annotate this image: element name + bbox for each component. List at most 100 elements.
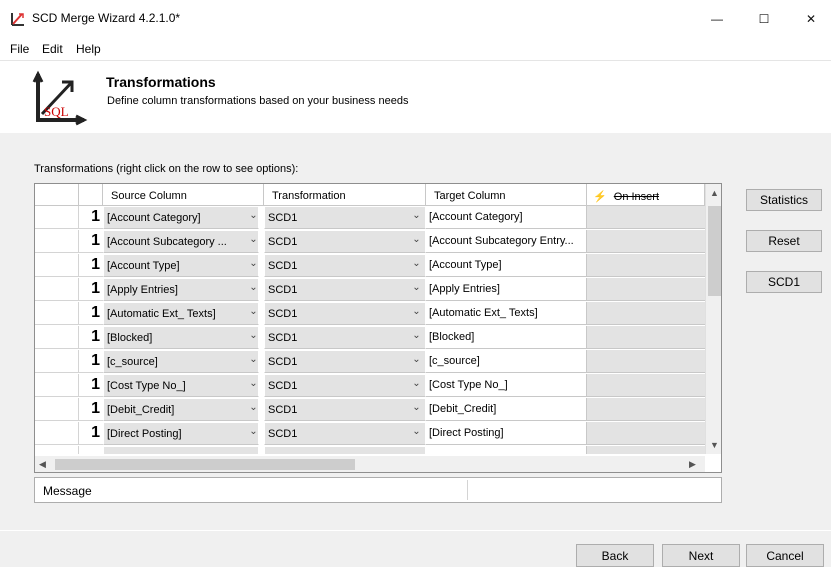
chevron-down-icon[interactable]: ⌄ xyxy=(243,326,264,349)
chevron-down-icon[interactable]: ⌄ xyxy=(243,206,264,229)
source-column-select[interactable]: [Direct Posting] xyxy=(103,422,259,445)
chevron-down-icon[interactable]: ⌄ xyxy=(407,422,426,445)
table-row[interactable]: 1 [Account Subcategory ... ⌄ SCD1 ⌄ [Account … xyxy=(35,230,705,253)
target-column-cell[interactable]: [Cost Type No_] xyxy=(426,374,587,397)
chevron-down-icon[interactable]: ⌄ xyxy=(243,422,264,445)
on-insert-cell[interactable] xyxy=(587,254,705,277)
chevron-down-icon[interactable]: ⌄ xyxy=(243,278,264,301)
transformation-select[interactable]: SCD1 xyxy=(264,278,426,301)
on-insert-cell[interactable] xyxy=(587,206,705,229)
scroll-left-icon[interactable]: ◀ xyxy=(39,459,46,470)
target-column-cell[interactable]: [Direct Posting] xyxy=(426,422,587,445)
cancel-button[interactable]: Cancel xyxy=(746,544,824,567)
table-row[interactable]: 1 [Account Category] ⌄ SCD1 ⌄ [Account Catego… xyxy=(35,206,705,229)
transformation-select[interactable]: SCD1 xyxy=(264,254,426,277)
on-insert-cell[interactable] xyxy=(587,230,705,253)
scroll-down-icon[interactable]: ▼ xyxy=(710,440,719,450)
table-row[interactable]: 1 [Cost Type No_] ⌄ SCD1 ⌄ [Cost Type No_] xyxy=(35,374,705,397)
chevron-down-icon[interactable]: ⌄ xyxy=(243,374,264,397)
source-column-select[interactable]: [Account Subcategory ... xyxy=(103,230,259,253)
target-column-cell[interactable]: [Blocked] xyxy=(426,326,587,349)
row-selector[interactable] xyxy=(35,230,79,253)
target-column-cell[interactable] xyxy=(426,446,587,454)
transformation-select[interactable]: SCD1 xyxy=(264,206,426,229)
header-transformation[interactable]: Transformation xyxy=(264,184,426,206)
statistics-button[interactable]: Statistics xyxy=(746,189,822,211)
next-button[interactable]: Next xyxy=(662,544,740,567)
chevron-down-icon[interactable]: ⌄ xyxy=(243,230,264,253)
chevron-down-icon[interactable]: ⌄ xyxy=(407,398,426,421)
back-button[interactable]: Back xyxy=(576,544,654,567)
source-column-select[interactable]: [Cost Type No_] xyxy=(103,374,259,397)
table-row[interactable]: 1 [Direct Posting] ⌄ SCD1 ⌄ [Direct Posting] xyxy=(35,422,705,445)
chevron-down-icon[interactable]: ⌄ xyxy=(407,206,426,229)
chevron-down-icon[interactable]: ⌄ xyxy=(243,398,264,421)
target-column-cell[interactable]: [Account Category] xyxy=(426,206,587,229)
transformation-select[interactable]: SCD1 xyxy=(264,326,426,349)
table-row[interactable]: 1 [Apply Entries] ⌄ SCD1 ⌄ [Apply Entries] xyxy=(35,278,705,301)
target-column-cell[interactable]: [Account Type] xyxy=(426,254,587,277)
row-selector[interactable] xyxy=(35,302,79,325)
chevron-down-icon[interactable]: ⌄ xyxy=(407,326,426,349)
row-selector[interactable] xyxy=(35,254,79,277)
source-column-select[interactable]: [Automatic Ext_ Texts] xyxy=(103,302,259,325)
horizontal-scroll-thumb[interactable] xyxy=(55,459,355,470)
on-insert-cell[interactable] xyxy=(587,422,705,445)
chevron-down-icon[interactable]: ⌄ xyxy=(407,302,426,325)
row-selector[interactable] xyxy=(35,350,79,373)
maximize-button[interactable]: ☐ xyxy=(741,0,787,38)
row-selector[interactable] xyxy=(35,206,79,229)
table-row[interactable]: 1 [c_source] ⌄ SCD1 ⌄ [c_source] xyxy=(35,350,705,373)
row-selector[interactable] xyxy=(35,398,79,421)
scroll-up-icon[interactable]: ▲ xyxy=(710,188,719,198)
target-column-cell[interactable]: [Apply Entries] xyxy=(426,278,587,301)
header-on-insert[interactable]: ⚡ On Insert xyxy=(587,184,705,206)
vertical-scroll-thumb[interactable] xyxy=(708,206,721,296)
on-insert-cell[interactable] xyxy=(587,398,705,421)
table-row[interactable]: 1 [Automatic Ext_ Texts] ⌄ SCD1 ⌄ [Automatic … xyxy=(35,302,705,325)
chevron-down-icon[interactable]: ⌄ xyxy=(243,302,264,325)
row-selector[interactable] xyxy=(35,446,79,454)
transformation-select[interactable]: SCD1 xyxy=(264,230,426,253)
row-selector[interactable] xyxy=(35,326,79,349)
on-insert-cell[interactable] xyxy=(587,374,705,397)
row-selector[interactable] xyxy=(35,278,79,301)
source-column-select[interactable]: [Apply Entries] xyxy=(103,278,259,301)
on-insert-cell[interactable] xyxy=(587,446,705,454)
table-row[interactable]: 1 [Account Type] ⌄ SCD1 ⌄ [Account Type] xyxy=(35,254,705,277)
minimize-button[interactable]: — xyxy=(694,0,740,38)
source-column-select[interactable]: [Debit_Credit] xyxy=(103,398,259,421)
menu-help[interactable]: Help xyxy=(76,42,101,56)
row-selector[interactable] xyxy=(35,422,79,445)
source-column-select[interactable] xyxy=(103,446,259,454)
on-insert-cell[interactable] xyxy=(587,278,705,301)
source-column-select[interactable]: [Account Type] xyxy=(103,254,259,277)
horizontal-scrollbar[interactable]: ◀ ▶ xyxy=(35,456,705,472)
row-selector[interactable] xyxy=(35,374,79,397)
transformation-select[interactable]: SCD1 xyxy=(264,374,426,397)
scd1-button[interactable]: SCD1 xyxy=(746,271,822,293)
header-source-column[interactable]: Source Column xyxy=(103,184,264,206)
chevron-down-icon[interactable]: ⌄ xyxy=(243,254,264,277)
table-row-partial[interactable] xyxy=(35,446,705,454)
scroll-right-icon[interactable]: ▶ xyxy=(689,459,696,470)
table-row[interactable]: 1 [Debit_Credit] ⌄ SCD1 ⌄ [Debit_Credit] xyxy=(35,398,705,421)
on-insert-cell[interactable] xyxy=(587,326,705,349)
source-column-select[interactable]: [Blocked] xyxy=(103,326,259,349)
transformation-select[interactable]: SCD1 xyxy=(264,302,426,325)
menu-file[interactable]: File xyxy=(10,42,29,56)
transformation-select[interactable]: SCD1 xyxy=(264,422,426,445)
source-column-select[interactable]: [Account Category] xyxy=(103,206,259,229)
close-button[interactable]: ✕ xyxy=(788,0,831,38)
target-column-cell[interactable]: [Automatic Ext_ Texts] xyxy=(426,302,587,325)
on-insert-cell[interactable] xyxy=(587,350,705,373)
on-insert-cell[interactable] xyxy=(587,302,705,325)
chevron-down-icon[interactable]: ⌄ xyxy=(407,254,426,277)
target-column-cell[interactable]: [Debit_Credit] xyxy=(426,398,587,421)
transformation-select[interactable]: SCD1 xyxy=(264,398,426,421)
target-column-cell[interactable]: [Account Subcategory Entry... xyxy=(426,230,587,253)
header-target-column[interactable]: Target Column xyxy=(426,184,587,206)
transformations-grid[interactable]: Source Column Transformation Target Colu… xyxy=(34,183,722,473)
chevron-down-icon[interactable]: ⌄ xyxy=(407,350,426,373)
transformation-select[interactable] xyxy=(264,446,426,454)
